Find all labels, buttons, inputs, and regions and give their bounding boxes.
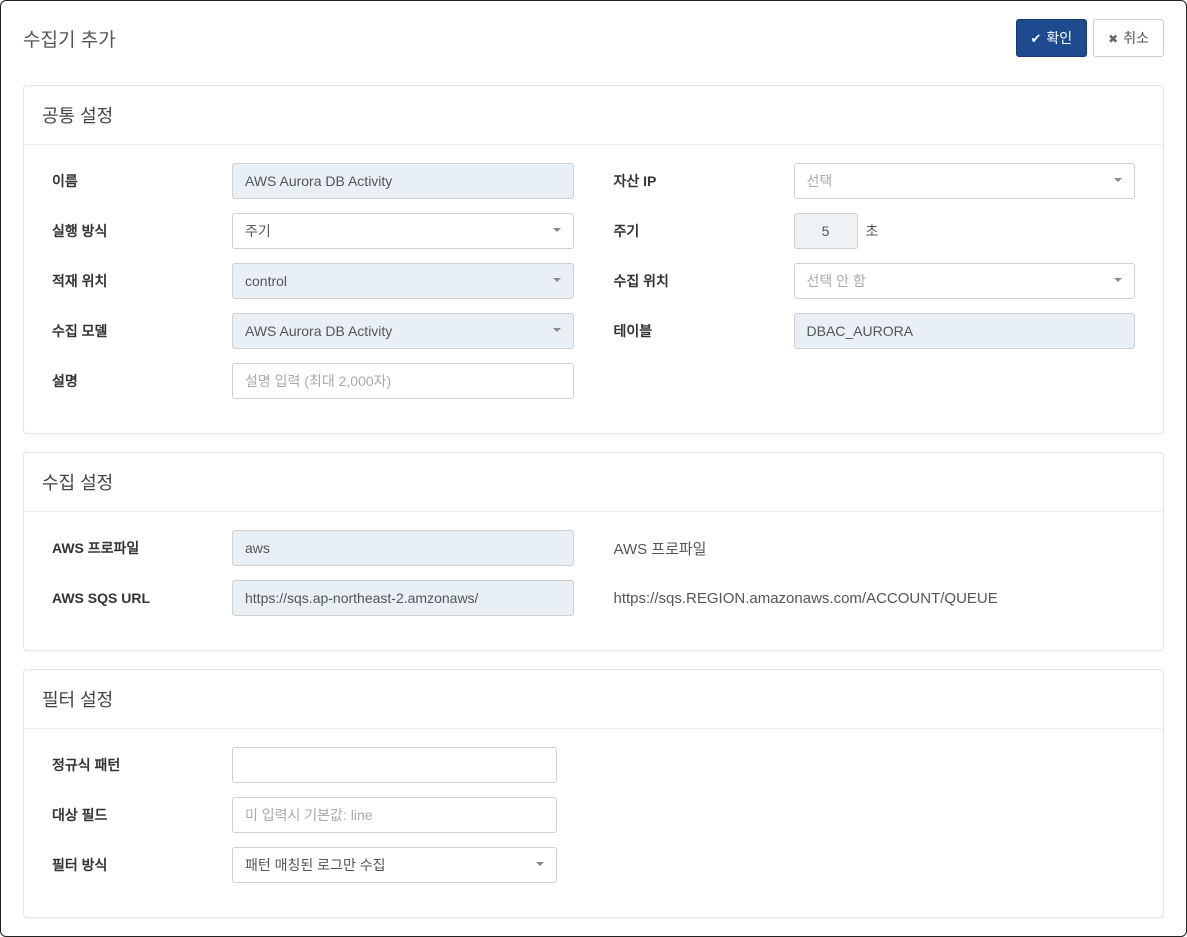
description-row: 설명 xyxy=(52,363,574,399)
table-input[interactable] xyxy=(794,313,1136,349)
collection-settings-panel: 수집 설정 AWS 프로파일 AWS 프로파일 AWS SQS URL xyxy=(23,452,1164,651)
chevron-down-icon xyxy=(534,857,546,873)
name-label: 이름 xyxy=(52,171,232,191)
name-input[interactable] xyxy=(232,163,574,199)
aws-sqs-input[interactable] xyxy=(232,580,574,616)
common-settings-heading: 공통 설정 xyxy=(24,86,1163,145)
chevron-down-icon xyxy=(1112,273,1124,289)
asset-ip-select[interactable]: 선택 xyxy=(794,163,1136,199)
aws-sqs-label: AWS SQS URL xyxy=(52,590,232,606)
description-input[interactable] xyxy=(232,363,574,399)
exec-mode-label: 실행 방식 xyxy=(52,221,232,241)
aws-sqs-hint: https://sqs.REGION.amazonaws.com/ACCOUNT… xyxy=(614,590,998,607)
modal-header: 수집기 추가 확인 취소 xyxy=(1,1,1186,75)
asset-ip-label: 자산 IP xyxy=(614,171,794,191)
description-label: 설명 xyxy=(52,371,232,391)
collect-location-label: 수집 위치 xyxy=(614,271,794,291)
aws-profile-label: AWS 프로파일 xyxy=(52,538,232,558)
load-location-value: control xyxy=(245,273,287,289)
asset-ip-value: 선택 xyxy=(807,171,833,191)
exec-mode-select[interactable]: 주기 xyxy=(232,213,574,249)
exec-mode-row: 실행 방식 주기 xyxy=(52,213,574,249)
collect-model-select[interactable]: AWS Aurora DB Activity xyxy=(232,313,574,349)
chevron-down-icon xyxy=(551,323,563,339)
filter-mode-value: 패턴 매칭된 로그만 수집 xyxy=(245,855,385,875)
load-location-label: 적재 위치 xyxy=(52,271,232,291)
modal-title: 수집기 추가 xyxy=(23,25,116,52)
collect-model-value: AWS Aurora DB Activity xyxy=(245,323,392,339)
table-label: 테이블 xyxy=(614,321,794,341)
chevron-down-icon xyxy=(551,223,563,239)
asset-ip-row: 자산 IP 선택 xyxy=(614,163,1136,199)
chevron-down-icon xyxy=(551,273,563,289)
exec-mode-value: 주기 xyxy=(245,221,271,241)
regex-label: 정규식 패턴 xyxy=(52,755,232,775)
aws-profile-input[interactable] xyxy=(232,530,574,566)
table-row: 테이블 xyxy=(614,313,1136,349)
confirm-button[interactable]: 확인 xyxy=(1016,19,1088,57)
aws-profile-row: AWS 프로파일 xyxy=(52,530,574,566)
regex-input[interactable] xyxy=(232,747,557,783)
close-icon xyxy=(1108,30,1118,46)
collect-model-row: 수집 모델 AWS Aurora DB Activity xyxy=(52,313,574,349)
collect-location-value: 선택 안 함 xyxy=(807,271,866,291)
regex-row: 정규식 패턴 xyxy=(52,747,594,783)
aws-profile-hint: AWS 프로파일 xyxy=(614,538,707,559)
collect-model-label: 수집 모델 xyxy=(52,321,232,341)
cancel-button[interactable]: 취소 xyxy=(1093,19,1164,57)
load-location-select[interactable]: control xyxy=(232,263,574,299)
collect-location-select[interactable]: 선택 안 함 xyxy=(794,263,1136,299)
target-field-label: 대상 필드 xyxy=(52,805,232,825)
filter-mode-select[interactable]: 패턴 매칭된 로그만 수집 xyxy=(232,847,557,883)
collect-location-row: 수집 위치 선택 안 함 xyxy=(614,263,1136,299)
filter-mode-label: 필터 방식 xyxy=(52,855,232,875)
period-label: 주기 xyxy=(614,221,794,241)
period-unit: 초 xyxy=(866,221,879,241)
aws-sqs-hint-row: https://sqs.REGION.amazonaws.com/ACCOUNT… xyxy=(614,580,1136,616)
target-field-row: 대상 필드 xyxy=(52,797,594,833)
cancel-button-label: 취소 xyxy=(1123,28,1149,48)
aws-sqs-row: AWS SQS URL xyxy=(52,580,574,616)
filter-settings-heading: 필터 설정 xyxy=(24,670,1163,729)
filter-mode-row: 필터 방식 패턴 매칭된 로그만 수집 xyxy=(52,847,594,883)
check-icon xyxy=(1031,30,1042,47)
filter-settings-panel: 필터 설정 정규식 패턴 대상 필드 필터 방식 패턴 매칭된 로그만 수집 xyxy=(23,669,1164,918)
confirm-button-label: 확인 xyxy=(1046,28,1072,48)
chevron-down-icon xyxy=(1112,173,1124,189)
target-field-input[interactable] xyxy=(232,797,557,833)
collection-settings-heading: 수집 설정 xyxy=(24,453,1163,512)
name-row: 이름 xyxy=(52,163,574,199)
load-location-row: 적재 위치 control xyxy=(52,263,574,299)
aws-profile-hint-row: AWS 프로파일 xyxy=(614,530,1136,566)
modal-actions: 확인 취소 xyxy=(1016,19,1165,57)
period-row: 주기 초 xyxy=(614,213,1136,249)
collector-add-modal: 수집기 추가 확인 취소 공통 설정 이름 xyxy=(0,0,1187,937)
common-settings-panel: 공통 설정 이름 자산 IP 선택 xyxy=(23,85,1164,434)
period-input[interactable] xyxy=(794,213,858,249)
